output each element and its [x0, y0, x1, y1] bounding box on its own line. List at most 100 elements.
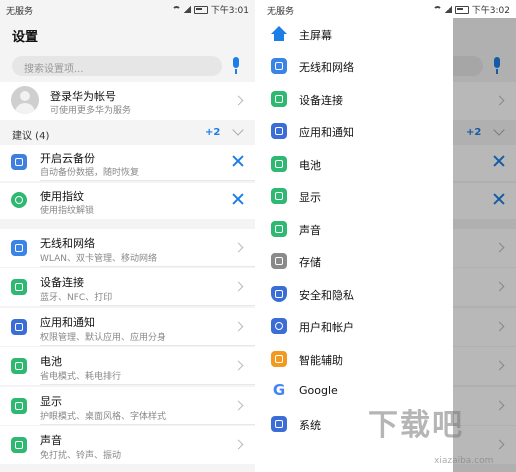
carrier-text: 无服务 [267, 7, 295, 17]
drawer-item-label: 存储 [299, 256, 321, 269]
row-title: 显示 [40, 395, 62, 408]
suggestion-fingerprint[interactable]: 使用指纹 使用指纹解锁 [0, 183, 255, 219]
chevron-right-icon [233, 321, 244, 332]
page-title: 设置 [12, 30, 39, 45]
drawer-item-wireless[interactable]: 无线和网络 [261, 50, 453, 82]
drawer-item-label: 用户和帐户 [299, 321, 354, 334]
drawer-item-smart-assist[interactable]: 智能辅助 [261, 343, 453, 375]
drawer-item-label: 系统 [299, 419, 321, 432]
chevron-right-icon [233, 360, 244, 371]
wifi-status-icon [171, 6, 181, 13]
row-subtitle: 权限管理、默认应用、应用分身 [40, 333, 167, 343]
chevron-right-icon [233, 439, 244, 450]
chevron-down-icon [232, 124, 244, 136]
drawer-item-users[interactable]: 用户和帐户 [261, 310, 453, 342]
display-icon [271, 188, 287, 204]
watermark-url: xiazaiba.com [434, 456, 494, 466]
settings-row-display[interactable]: 显示 护眼模式、桌面风格、字体样式 [0, 387, 255, 425]
settings-screen: 无服务 下午3:01 设置 搜索设置项... 登录华为帐号 可使用更多华为服务 … [0, 0, 255, 472]
drawer-item-label: 设备连接 [299, 94, 343, 107]
suggestion-title: 使用指纹 [40, 190, 84, 203]
status-bar: 无服务 下午3:02 [261, 0, 516, 18]
search-placeholder: 搜索设置项... [24, 64, 84, 75]
drawer-item-apps[interactable]: 应用和通知 [261, 115, 453, 147]
drawer-item-label: 显示 [299, 191, 321, 204]
chevron-right-icon [233, 242, 244, 253]
drawer-item-device-connect[interactable]: 设备连接 [261, 83, 453, 115]
signal-icon [444, 6, 452, 13]
display-icon [11, 398, 27, 414]
settings-row-device-connect[interactable]: 设备连接 蓝牙、NFC、打印 [0, 268, 255, 306]
storage-icon [271, 253, 287, 269]
close-icon[interactable] [231, 154, 245, 168]
drawer-item-storage[interactable]: 存储 [261, 245, 453, 277]
row-title: 设备连接 [40, 276, 84, 289]
close-icon[interactable] [231, 192, 245, 206]
drawer-item-display[interactable]: 显示 [261, 180, 453, 212]
suggestions-count: +2 [205, 127, 221, 138]
carrier-text: 无服务 [6, 7, 34, 17]
home-icon [271, 26, 287, 42]
avatar [11, 86, 39, 114]
drawer-item-label: 安全和隐私 [299, 289, 354, 302]
fingerprint-icon [11, 192, 27, 208]
row-title: 声音 [40, 434, 62, 447]
suggestion-title: 开启云备份 [40, 152, 95, 165]
drawer-item-battery[interactable]: 电池 [261, 148, 453, 180]
chevron-right-icon [233, 95, 244, 106]
row-title: 应用和通知 [40, 316, 95, 329]
settings-row-battery[interactable]: 电池 省电模式、耗电排行 [0, 347, 255, 385]
sound-icon [271, 221, 287, 237]
apps-icon [11, 319, 27, 335]
account-row[interactable]: 登录华为帐号 可使用更多华为服务 [0, 82, 255, 120]
watermark-logo: 下载吧 [368, 408, 464, 443]
suggestion-subtitle: 自动备份数据，随时恢复 [40, 168, 140, 178]
clock: 下午3:01 [210, 6, 249, 16]
settings-row-wireless[interactable]: 无线和网络 WLAN、双卡管理、移动网络 [0, 229, 255, 267]
battery-status-icon [193, 5, 208, 14]
device-connect-icon [271, 91, 287, 107]
microphone-icon[interactable] [231, 57, 241, 75]
drawer-item-sound[interactable]: 声音 [261, 213, 453, 245]
sound-icon [11, 437, 27, 453]
signal-icon [183, 6, 191, 13]
suggestions-header[interactable]: 建议 (4) +2 [0, 124, 255, 142]
chevron-right-icon [233, 281, 244, 292]
drawer-item-label: 电池 [299, 159, 321, 172]
row-subtitle: 省电模式、耗电排行 [40, 372, 122, 382]
drawer-item-label: 主屏幕 [299, 29, 332, 42]
suggestion-subtitle: 使用指纹解锁 [40, 206, 95, 216]
drawer-item-label: 声音 [299, 224, 321, 237]
wifi-icon [11, 240, 27, 256]
user-icon [271, 318, 287, 334]
clock: 下午3:02 [471, 6, 510, 16]
status-bar: 无服务 下午3:01 [0, 0, 255, 18]
drawer-item-security[interactable]: 安全和隐私 [261, 278, 453, 310]
drawer-item-label: 智能辅助 [299, 354, 343, 367]
account-subtitle: 可使用更多华为服务 [50, 106, 132, 116]
row-subtitle: WLAN、双卡管理、移动网络 [40, 254, 158, 264]
device-connect-icon [11, 279, 27, 295]
search-input[interactable]: 搜索设置项... [12, 56, 222, 76]
row-title: 电池 [40, 355, 62, 368]
account-title: 登录华为帐号 [50, 90, 116, 103]
cloud-backup-icon [11, 154, 27, 170]
drawer-item-home-screen[interactable]: 主屏幕 [261, 18, 453, 50]
drawer-item-label: 无线和网络 [299, 61, 354, 74]
suggestion-cloud-backup[interactable]: 开启云备份 自动备份数据，随时恢复 [0, 145, 255, 181]
google-icon: G [272, 381, 286, 399]
wifi-icon [271, 58, 287, 74]
row-subtitle: 护眼模式、桌面风格、字体样式 [40, 412, 167, 422]
hand-icon [271, 351, 287, 367]
battery-icon [271, 156, 287, 172]
row-title: 无线和网络 [40, 237, 95, 250]
row-subtitle: 免打扰、铃声、振动 [40, 451, 122, 461]
drawer-item-label: 应用和通知 [299, 126, 354, 139]
settings-row-sound[interactable]: 声音 免打扰、铃声、振动 [0, 426, 255, 464]
system-icon [271, 416, 287, 432]
row-subtitle: 蓝牙、NFC、打印 [40, 293, 113, 303]
wifi-status-icon [432, 6, 442, 13]
battery-status-icon [454, 5, 469, 14]
settings-row-apps[interactable]: 应用和通知 权限管理、默认应用、应用分身 [0, 308, 255, 346]
shield-icon [271, 286, 287, 302]
